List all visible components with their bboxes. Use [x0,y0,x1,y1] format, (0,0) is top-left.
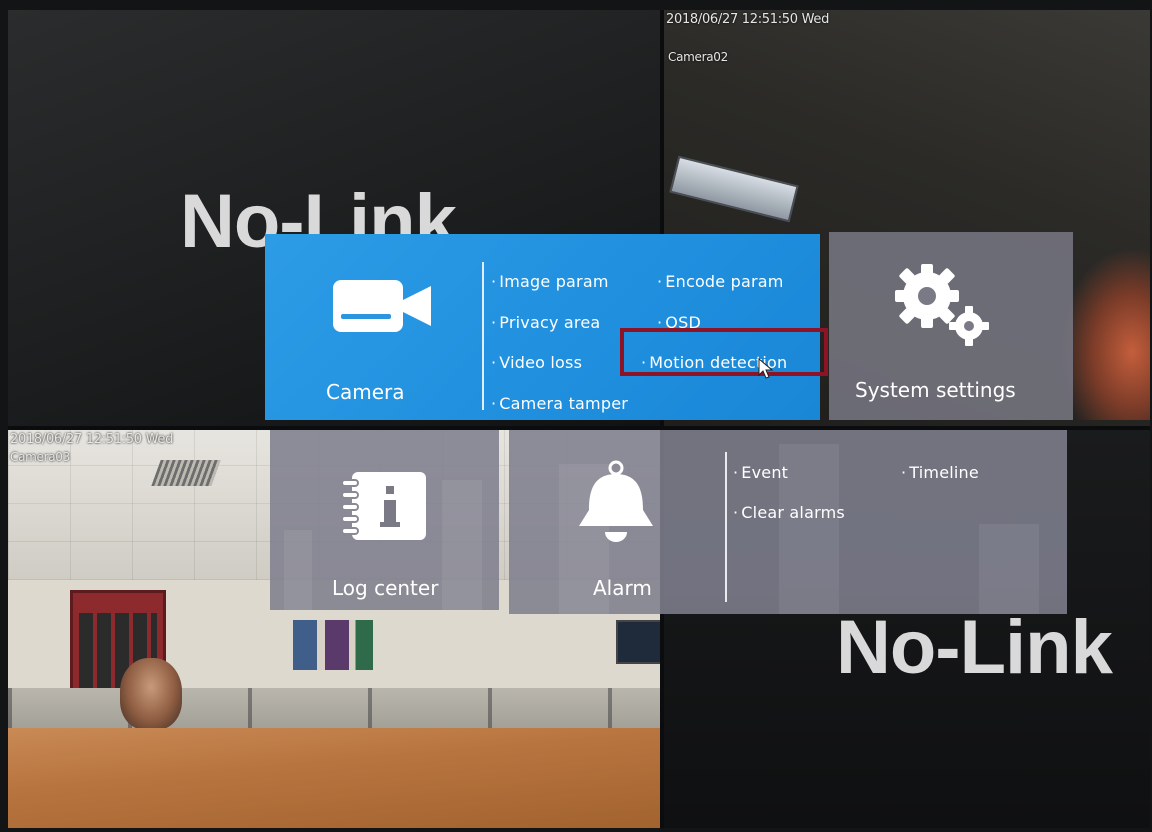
nvr-screen: No-Link 2018/06/27 12:51:50 Wed Camera02… [8,10,1150,828]
menu-item-camera-tamper[interactable]: Camera tamper [491,394,628,413]
camera-timestamp: 2018/06/27 12:51:50 Wed [10,432,174,447]
city-building [979,524,1039,614]
camera-name: Camera02 [668,50,728,64]
video-camera-icon [333,280,431,332]
wall-posters [293,620,373,670]
alarm-label: Alarm [593,576,652,600]
log-center-tile[interactable]: Log center [270,430,499,610]
system-settings-tile[interactable]: System settings [829,232,1073,420]
mouse-cursor-icon [758,358,774,379]
system-settings-label: System settings [855,378,1016,402]
menu-item-clear-alarms[interactable]: Clear alarms [733,503,845,522]
background-glow [1060,250,1150,420]
camera-timestamp: 2018/06/27 12:51:50 Wed [666,12,830,27]
log-center-label: Log center [332,576,439,600]
camera-menu-label: Camera [326,380,405,404]
bell-icon [579,460,653,542]
selection-highlight [620,328,828,376]
no-link-label: No-Link [836,605,1113,690]
menu-item-event[interactable]: Event [733,463,788,482]
camera-menu-tile[interactable]: Camera Image param Encode param Privacy … [265,234,820,420]
alarm-tile[interactable]: Alarm Event Timeline Clear alarms [509,430,1067,614]
office-monitor [616,620,660,664]
menu-item-privacy-area[interactable]: Privacy area [491,313,600,332]
menu-item-image-param[interactable]: Image param [491,272,609,291]
menu-divider [482,262,484,410]
city-building [284,530,312,610]
log-book-icon [341,472,426,540]
gears-icon [895,264,989,346]
desk-surface [8,728,660,828]
city-building [442,480,482,610]
camera-name: Camera03 [10,450,70,464]
person-head [120,658,182,730]
menu-item-timeline[interactable]: Timeline [901,463,979,482]
ceiling-light [669,155,799,223]
ceiling-vent [151,460,221,486]
menu-item-encode-param[interactable]: Encode param [657,272,784,291]
menu-item-video-loss[interactable]: Video loss [491,353,582,372]
menu-divider [725,452,727,602]
